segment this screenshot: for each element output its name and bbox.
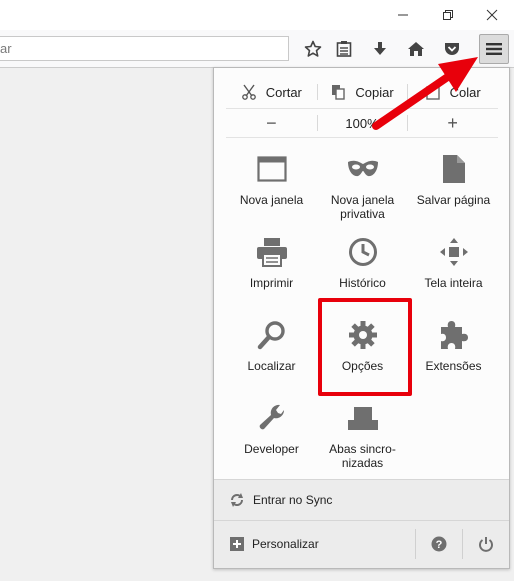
annotation-arrow [372,57,478,130]
